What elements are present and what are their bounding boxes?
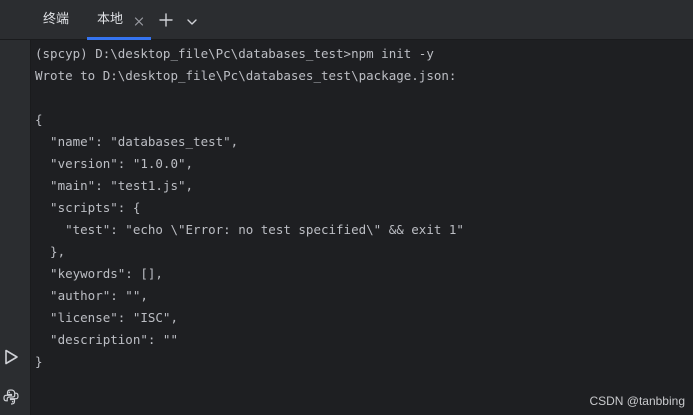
tool-window-title: 终端 bbox=[43, 12, 70, 27]
terminal-line: Wrote to D:\desktop_file\Pc\databases_te… bbox=[35, 68, 457, 83]
terminal-line: "name": "databases_test", bbox=[35, 134, 239, 149]
run-icon[interactable] bbox=[2, 348, 20, 366]
terminal-line: }, bbox=[35, 244, 66, 259]
terminal-line: "description": "" bbox=[35, 332, 178, 347]
tab-bar: 终端 本地 bbox=[0, 0, 693, 40]
terminal-line: "main": "test1.js", bbox=[35, 178, 194, 193]
terminal-line: "author": "", bbox=[35, 288, 148, 303]
terminal-line: "scripts": { bbox=[35, 200, 141, 215]
terminal-line: (spcyp) D:\desktop_file\Pc\databases_tes… bbox=[35, 46, 434, 61]
python-console-icon[interactable] bbox=[2, 388, 20, 406]
terminal-line: { bbox=[35, 112, 43, 127]
terminal-line: "test": "echo \"Error: no test specified… bbox=[35, 222, 464, 237]
terminal-window: 终端 本地 (spcyp) D:\desktop_file\Pc\databas… bbox=[0, 0, 693, 415]
terminal-line: "keywords": [], bbox=[35, 266, 163, 281]
left-tool-strip bbox=[0, 0, 31, 415]
tab-local[interactable]: 本地 bbox=[97, 0, 123, 40]
watermark: CSDN @tanbbing bbox=[589, 394, 685, 408]
terminal-line: "version": "1.0.0", bbox=[35, 156, 194, 171]
chevron-down-icon[interactable] bbox=[186, 13, 198, 25]
plus-icon[interactable] bbox=[159, 12, 173, 27]
close-icon[interactable] bbox=[133, 13, 145, 27]
active-tab-indicator bbox=[87, 37, 151, 40]
terminal-output[interactable]: (spcyp) D:\desktop_file\Pc\databases_tes… bbox=[35, 43, 685, 373]
terminal-line: "license": "ISC", bbox=[35, 310, 178, 325]
terminal-line: } bbox=[35, 354, 43, 369]
